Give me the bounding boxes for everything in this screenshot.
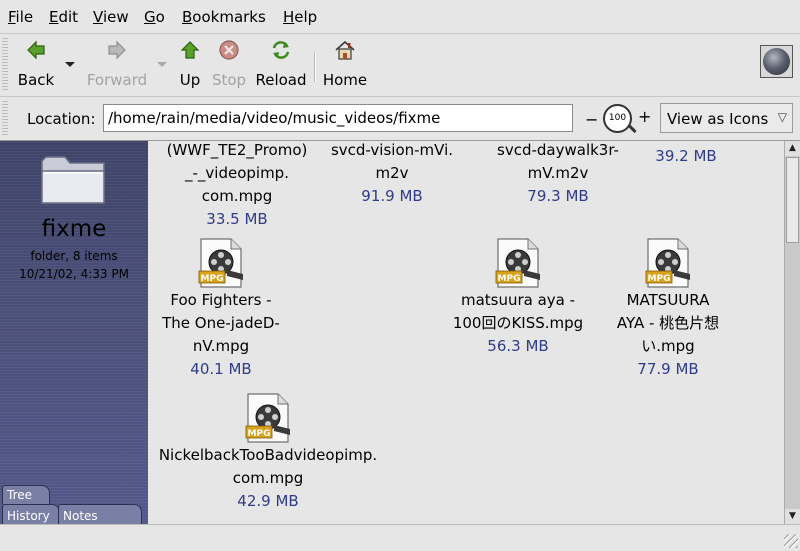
file-name: MATSUURA AYA - 桃色片想 い.mpg bbox=[548, 289, 784, 358]
home-label: Home bbox=[322, 71, 368, 89]
file-name-line: い.mpg bbox=[641, 337, 695, 355]
zoom-out-button[interactable]: − bbox=[585, 110, 598, 129]
forward-label: Forward bbox=[86, 71, 148, 89]
mpg-badge-text: MPG bbox=[648, 274, 671, 284]
mpg-video-icon[interactable]: MPG bbox=[494, 238, 542, 288]
view-as-select[interactable]: View as Icons ▽ bbox=[660, 103, 793, 133]
view-as-dropdown-icon: ▽ bbox=[777, 110, 787, 124]
tab-tree[interactable]: Tree bbox=[2, 485, 50, 504]
file-name-line: com.mpg bbox=[201, 187, 273, 205]
up-label: Up bbox=[179, 71, 201, 89]
resize-grip[interactable] bbox=[784, 534, 798, 548]
folder-name: fixme bbox=[41, 216, 107, 242]
file-name-line: nV.mpg bbox=[192, 337, 250, 355]
file-name: NickelbackTooBadvideopimp. com.mpg bbox=[149, 444, 388, 490]
zoom-level-value: 100 bbox=[608, 113, 627, 123]
mpg-video-icon[interactable]: MPG bbox=[244, 393, 292, 443]
stop-icon bbox=[219, 40, 239, 60]
location-bar-grip[interactable] bbox=[2, 101, 8, 135]
menu-file[interactable]: File bbox=[8, 8, 33, 26]
back-arrow-icon bbox=[27, 40, 45, 60]
menu-bar: File Edit View Go Bookmarks Help bbox=[0, 0, 800, 34]
folder-info: folder, 8 items bbox=[30, 249, 118, 263]
mpg-video-icon[interactable]: MPG bbox=[197, 238, 245, 288]
scroll-down-arrow[interactable]: ▼ bbox=[785, 509, 800, 524]
back-button[interactable]: Back bbox=[12, 34, 60, 94]
home-button[interactable]: Home bbox=[321, 34, 369, 94]
mpg-badge-text: MPG bbox=[498, 274, 521, 284]
toolbar-grip[interactable] bbox=[2, 38, 8, 92]
throbber bbox=[760, 45, 793, 78]
up-arrow-icon bbox=[180, 41, 200, 59]
tab-tree-label: Tree bbox=[7, 488, 33, 502]
stop-label: Stop bbox=[211, 71, 247, 89]
location-label: Location: bbox=[27, 110, 96, 128]
toolbar: Back Forward Up Stop Reload Home bbox=[0, 34, 800, 97]
stop-button[interactable]: Stop bbox=[210, 34, 248, 94]
home-icon bbox=[335, 40, 355, 60]
file-size: 39.2 MB bbox=[655, 147, 717, 165]
menu-help[interactable]: Help bbox=[283, 8, 317, 26]
file-name: Foo Fighters - The One-jadeD-nV.mpg bbox=[149, 289, 341, 358]
file-name-line: MATSUURA bbox=[626, 291, 710, 309]
file-name-line: Foo Fighters - bbox=[170, 291, 272, 309]
vertical-scrollbar[interactable]: ▲ ▼ bbox=[784, 141, 800, 524]
activity-throbber-icon bbox=[763, 48, 790, 75]
mpg-badge-text: MPG bbox=[201, 274, 224, 284]
scroll-up-arrow[interactable]: ▲ bbox=[785, 141, 800, 156]
back-label: Back bbox=[17, 71, 55, 89]
view-as-value: View as Icons bbox=[667, 110, 769, 128]
zoom-in-button[interactable]: + bbox=[638, 107, 651, 126]
tab-notes-label: Notes bbox=[63, 509, 98, 523]
file-size: 79.3 MB bbox=[527, 187, 589, 205]
file-name-line: com.mpg bbox=[232, 469, 304, 487]
toolbar-separator bbox=[314, 52, 316, 82]
file-size: 77.9 MB bbox=[637, 360, 699, 378]
file-size: 91.9 MB bbox=[361, 187, 423, 205]
file-name-line: The One-jadeD- bbox=[162, 314, 280, 332]
file-name-line: NickelbackTooBadvideopimp. bbox=[158, 446, 378, 464]
forward-history-dropdown[interactable] bbox=[157, 62, 167, 67]
file-size: 42.9 MB bbox=[237, 492, 299, 510]
file-name-line: AYA - 桃色片想 bbox=[616, 314, 720, 332]
menu-bookmarks[interactable]: Bookmarks bbox=[182, 8, 266, 26]
tab-history-label: History bbox=[7, 509, 50, 523]
menu-view[interactable]: View bbox=[93, 8, 129, 26]
mpg-badge-text: MPG bbox=[248, 429, 271, 439]
zoom-level-button[interactable]: 100 bbox=[603, 104, 632, 133]
reload-label: Reload bbox=[255, 71, 307, 89]
file-size: 33.5 MB bbox=[206, 210, 268, 228]
reload-button[interactable]: Reload bbox=[254, 34, 308, 94]
icon-view[interactable]: (WWF_TE2_Promo) _-_videopimp. com.mpg 33.5 … bbox=[149, 141, 784, 524]
folder-icon bbox=[41, 156, 105, 204]
menu-go[interactable]: Go bbox=[144, 8, 165, 26]
mpg-video-icon[interactable]: MPG bbox=[644, 238, 692, 288]
folder-date: 10/21/02, 4:33 PM bbox=[19, 267, 129, 281]
tab-history[interactable]: History bbox=[2, 504, 60, 525]
forward-button[interactable]: Forward bbox=[84, 34, 150, 94]
forward-arrow-icon bbox=[108, 40, 126, 60]
reload-icon bbox=[272, 41, 290, 59]
status-bar bbox=[0, 524, 800, 551]
location-input[interactable] bbox=[103, 104, 573, 132]
up-button[interactable]: Up bbox=[176, 34, 204, 94]
back-history-dropdown[interactable] bbox=[65, 62, 75, 67]
scroll-thumb[interactable] bbox=[786, 157, 799, 243]
menu-edit[interactable]: Edit bbox=[49, 8, 78, 26]
tab-notes[interactable]: Notes bbox=[58, 504, 142, 525]
file-size: 40.1 MB bbox=[190, 360, 252, 378]
